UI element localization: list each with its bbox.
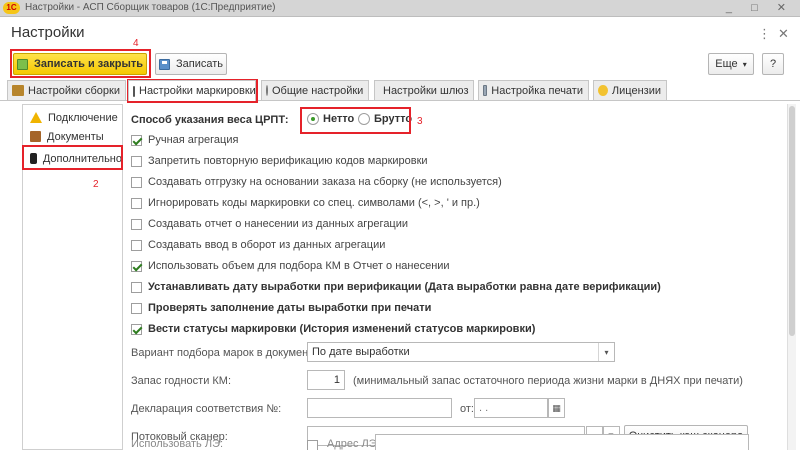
- license-icon: [598, 85, 608, 96]
- tab-licenses[interactable]: Лицензии: [593, 80, 667, 100]
- annotation-number-2: 2: [93, 179, 99, 190]
- variant-select[interactable]: По дате выработки ▾: [307, 342, 615, 362]
- weight-method-row: Способ указания веса ЦРПТ:: [131, 114, 289, 126]
- option-create-circulation[interactable]: Создавать ввод в оборот из данных агрега…: [131, 239, 385, 251]
- option-label: Создавать отчет о нанесении из данных аг…: [148, 218, 409, 230]
- warning-icon: [30, 112, 42, 123]
- tab-gateway-settings[interactable]: Настройки шлюз: [374, 80, 474, 100]
- close-icon[interactable]: ✕: [778, 26, 789, 42]
- checkbox[interactable]: [131, 260, 142, 272]
- printer-icon: [483, 85, 488, 96]
- help-button[interactable]: ?: [762, 53, 784, 75]
- gear-icon: [266, 85, 268, 96]
- scrollbar-thumb[interactable]: [789, 106, 795, 336]
- shelf-life-label: Запас годности КМ:: [131, 375, 232, 387]
- declaration-from-label: от:: [460, 403, 474, 415]
- page-title: Настройки: [11, 24, 85, 41]
- option-create-application-report[interactable]: Создавать отчет о нанесении из данных аг…: [131, 218, 408, 230]
- box-icon: [12, 85, 24, 96]
- tab-label: Общие настройки: [272, 84, 364, 97]
- shelf-life-input[interactable]: 1: [307, 370, 345, 390]
- le-address-label: Адрес ЛЭ:: [327, 438, 380, 450]
- checkbox[interactable]: [131, 239, 142, 251]
- more-actions-icon[interactable]: ⋮: [758, 26, 771, 42]
- option-label: Игнорировать коды маркировки со спец. си…: [148, 197, 480, 209]
- checkbox[interactable]: [131, 176, 142, 188]
- variant-value: По дате выработки: [312, 346, 410, 358]
- sidebar-item-connection[interactable]: Подключение: [23, 108, 122, 127]
- option-create-shipment[interactable]: Создавать отгрузку на основании заказа н…: [131, 176, 502, 188]
- weight-method-label: Способ указания веса ЦРПТ:: [131, 114, 289, 126]
- option-check-production-date[interactable]: Проверять заполнение даты выработки при …: [131, 302, 431, 314]
- briefcase-icon: [30, 131, 41, 142]
- window-controls[interactable]: _ □ ✕: [726, 1, 794, 14]
- calendar-icon[interactable]: ▦: [548, 398, 565, 418]
- annotation-number-3: 3: [417, 116, 423, 127]
- tab-assembly-settings[interactable]: Настройки сборки: [7, 80, 126, 100]
- annotation-frame-additional: [22, 145, 123, 170]
- tab-divider: [0, 100, 800, 101]
- tab-label: Настройка печати: [491, 84, 583, 97]
- option-ignore-special-codes[interactable]: Игнорировать коды маркировки со спец. си…: [131, 197, 480, 209]
- tab-general-settings[interactable]: Общие настройки: [261, 80, 369, 100]
- window-titlebar: 1С Настройки - АСП Сборщик товаров (1С:П…: [0, 0, 800, 17]
- option-label: Ручная агрегация: [148, 134, 239, 146]
- more-label: Еще: [715, 58, 738, 70]
- tab-marking-settings[interactable]: Настройки маркировки: [128, 80, 256, 101]
- variant-label: Вариант подбора марок в документы:: [131, 347, 325, 359]
- le-address-input[interactable]: [375, 434, 749, 450]
- tab-label: Настройки сборки: [28, 84, 120, 97]
- annotation-frame-save-close: [10, 49, 151, 78]
- option-forbid-reverify[interactable]: Запретить повторную верификацию кодов ма…: [131, 155, 428, 167]
- tab-label: Настройки маркировки: [139, 85, 256, 97]
- option-label: Запретить повторную верификацию кодов ма…: [148, 155, 428, 167]
- sidebar-item-documents[interactable]: Документы: [23, 127, 122, 146]
- floppy-icon: [158, 58, 170, 70]
- option-label: Создавать ввод в оборот из данных агрега…: [148, 239, 386, 251]
- chevron-down-icon: ▾: [742, 59, 747, 69]
- checkbox[interactable]: [131, 134, 142, 146]
- checkbox[interactable]: [131, 302, 142, 314]
- checkbox[interactable]: [131, 281, 142, 293]
- option-label: Вести статусы маркировки (История измене…: [148, 323, 536, 335]
- option-label: Создавать отгрузку на основании заказа н…: [148, 176, 502, 188]
- option-label: Устанавливать дату выработки при верифик…: [148, 281, 661, 293]
- option-label: Проверять заполнение даты выработки при …: [148, 302, 432, 314]
- declaration-date-input[interactable]: . .: [474, 398, 548, 418]
- annotation-number-4: 4: [133, 38, 139, 49]
- annotation-frame-weight: [300, 107, 411, 134]
- option-manual-aggregation[interactable]: Ручная агрегация: [131, 134, 238, 146]
- use-le-checkbox[interactable]: [307, 440, 318, 450]
- tab-label: Настройки шлюз: [383, 84, 469, 97]
- scrollbar[interactable]: [787, 104, 796, 450]
- option-set-production-date[interactable]: Устанавливать дату выработки при верифик…: [131, 281, 661, 293]
- sidebar-item-label: Подключение: [48, 111, 118, 124]
- checkbox[interactable]: [131, 155, 142, 167]
- sidebar-item-label: Документы: [47, 130, 104, 143]
- barcode-icon: [133, 85, 135, 97]
- checkbox[interactable]: [131, 323, 142, 335]
- window-title: Настройки - АСП Сборщик товаров (1С:Пред…: [25, 2, 276, 13]
- declaration-label: Декларация соответствия №:: [131, 403, 282, 415]
- app-logo: 1С: [3, 2, 20, 14]
- tab-print-settings[interactable]: Настройка печати: [478, 80, 589, 100]
- settings-content: Способ указания веса ЦРПТ: Нетто Брутто …: [127, 104, 785, 450]
- save-label: Записать: [175, 58, 223, 70]
- declaration-input[interactable]: [307, 398, 452, 418]
- tab-strip: Настройки сборки Настройки маркировки Об…: [0, 80, 800, 101]
- shelf-life-hint: (минимальный запас остаточного периода ж…: [353, 375, 743, 387]
- option-marking-statuses[interactable]: Вести статусы маркировки (История измене…: [131, 323, 535, 335]
- tab-label: Лицензии: [611, 84, 661, 97]
- checkbox[interactable]: [131, 218, 142, 230]
- option-label: Использовать объем для подбора КМ в Отче…: [148, 260, 450, 272]
- save-button[interactable]: Записать: [155, 53, 227, 75]
- checkbox[interactable]: [131, 197, 142, 209]
- use-le-label: Использовать ЛЭ:: [131, 438, 224, 450]
- chevron-down-icon[interactable]: ▾: [598, 343, 614, 361]
- more-button[interactable]: Еще ▾: [708, 53, 754, 75]
- option-use-volume[interactable]: Использовать объем для подбора КМ в Отче…: [131, 260, 450, 272]
